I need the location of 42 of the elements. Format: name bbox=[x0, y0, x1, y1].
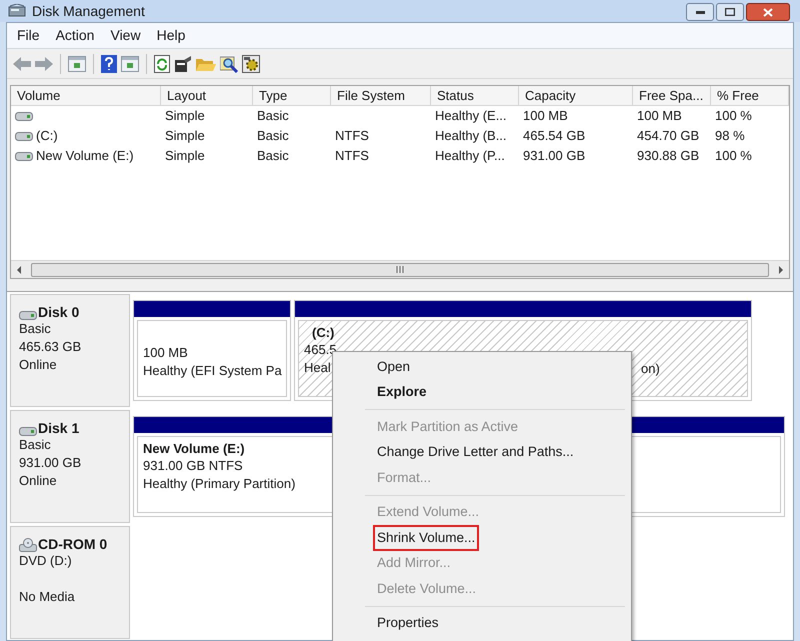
disk-detail: Online bbox=[19, 472, 58, 490]
partition-detail: Healthy (EFI System Pa bbox=[143, 362, 282, 380]
partition-detail: on) bbox=[641, 360, 660, 378]
disk-detail: No Media bbox=[19, 588, 76, 606]
table-cell-text: Basic bbox=[257, 107, 289, 126]
table-cell-text: 931.00 GB bbox=[523, 147, 586, 166]
disk-detail: Online bbox=[19, 356, 58, 374]
disk-name: Disk 0 bbox=[38, 305, 80, 320]
table-cell-text: Simple bbox=[165, 147, 205, 166]
disk-detail: DVD (D:) bbox=[19, 552, 73, 570]
table-cell-text: Simple bbox=[165, 127, 205, 146]
partition-detail: 931.00 GB NTFS bbox=[143, 457, 243, 475]
table-cell-text: NTFS bbox=[335, 127, 369, 146]
disk-name: CD-ROM 0 bbox=[38, 537, 108, 552]
table-cell-text: 100 % bbox=[715, 107, 752, 126]
table-cell-text: New Volume (E:) bbox=[36, 147, 134, 166]
disk-detail: 465.63 GB bbox=[19, 338, 82, 356]
table-cell-text: NTFS bbox=[335, 147, 369, 166]
table-cell-text: Simple bbox=[165, 107, 205, 126]
table-cell-text: Basic bbox=[257, 127, 289, 146]
table-cell-text: Healthy (P... bbox=[435, 147, 505, 166]
disk-detail: Basic bbox=[19, 320, 52, 338]
table-cell-text: 465.54 GB bbox=[523, 127, 586, 146]
disk-detail: 931.00 GB bbox=[19, 454, 82, 472]
table-cell-text: 100 MB bbox=[523, 107, 568, 126]
window-title: Disk Management bbox=[32, 2, 145, 21]
table-cell-text: (C:) bbox=[36, 127, 58, 146]
partition-title: (C:) bbox=[311, 324, 334, 341]
table-cell-text: Healthy (B... bbox=[435, 127, 507, 146]
table-cell-text: 98 % bbox=[715, 127, 745, 146]
disk-detail: Basic bbox=[19, 436, 52, 454]
table-cell-text: 100 % bbox=[715, 147, 752, 166]
partition-detail: Heal bbox=[304, 359, 331, 377]
disk-name: Disk 1 bbox=[38, 421, 80, 436]
partition-detail: 100 MB bbox=[143, 344, 188, 362]
partition-detail: Healthy (Primary Partition) bbox=[143, 475, 296, 493]
table-cell-text: Basic bbox=[257, 147, 289, 166]
table-cell-text: 930.88 GB bbox=[637, 147, 700, 166]
table-cell-text: 454.70 GB bbox=[637, 127, 700, 146]
table-cell-text: Healthy (E... bbox=[435, 107, 507, 126]
table-cell-text: 100 MB bbox=[637, 107, 682, 126]
partition-title: New Volume (E:) bbox=[143, 440, 245, 457]
